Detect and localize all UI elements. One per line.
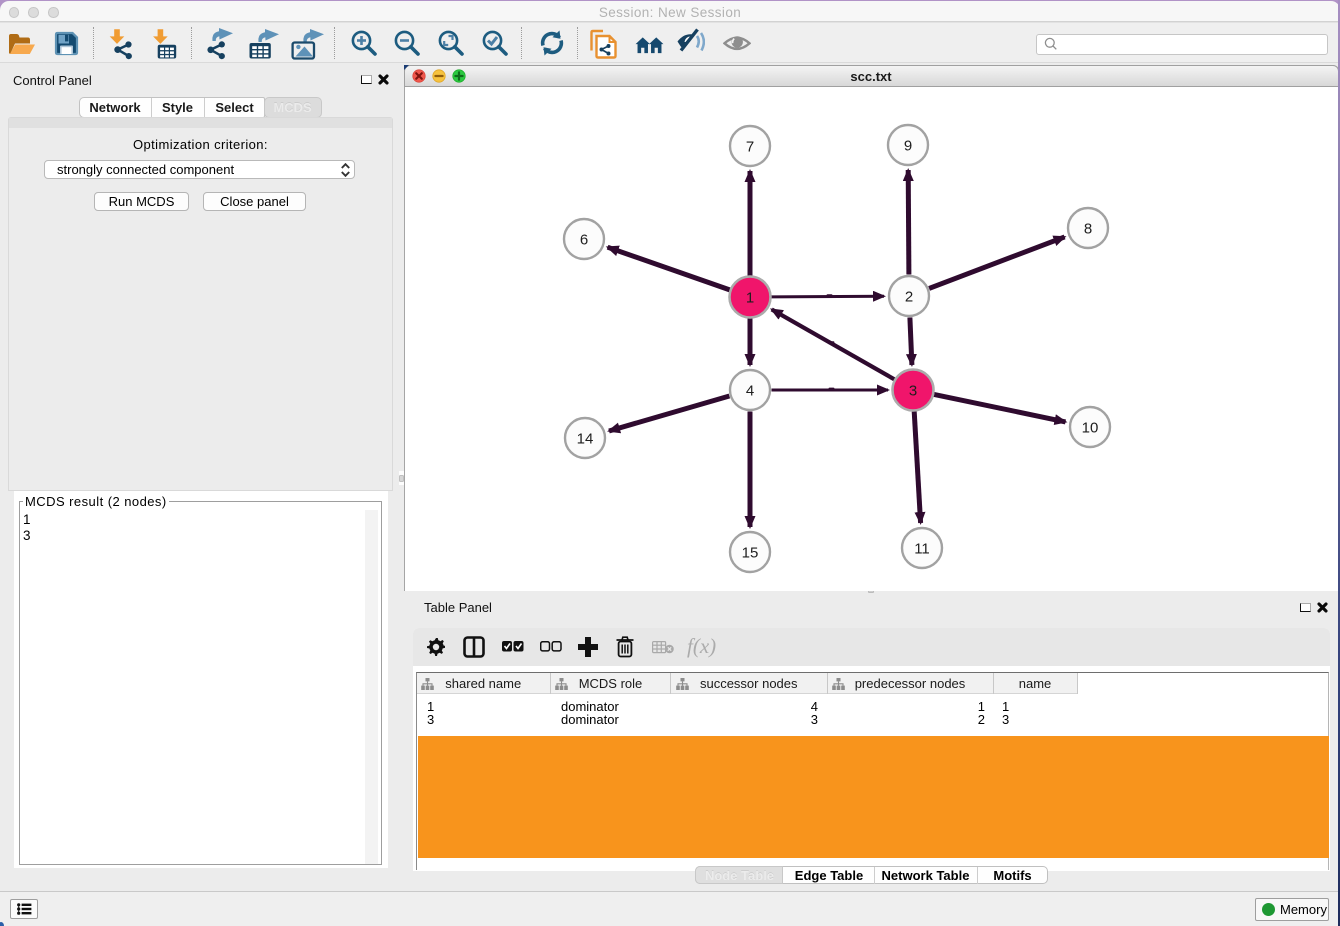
svg-text:10: 10 (1082, 420, 1099, 437)
svg-text:8: 8 (1084, 221, 1092, 238)
svg-text:14: 14 (577, 431, 594, 448)
svg-text:1: 1 (746, 290, 754, 307)
svg-text:6: 6 (580, 232, 588, 249)
svg-text:9: 9 (904, 138, 912, 155)
svg-text:11: 11 (914, 541, 930, 558)
svg-text:7: 7 (746, 139, 754, 156)
svg-text:15: 15 (742, 545, 759, 562)
svg-text:3: 3 (909, 383, 917, 400)
svg-text:4: 4 (746, 383, 754, 400)
svg-text:2: 2 (905, 289, 913, 306)
